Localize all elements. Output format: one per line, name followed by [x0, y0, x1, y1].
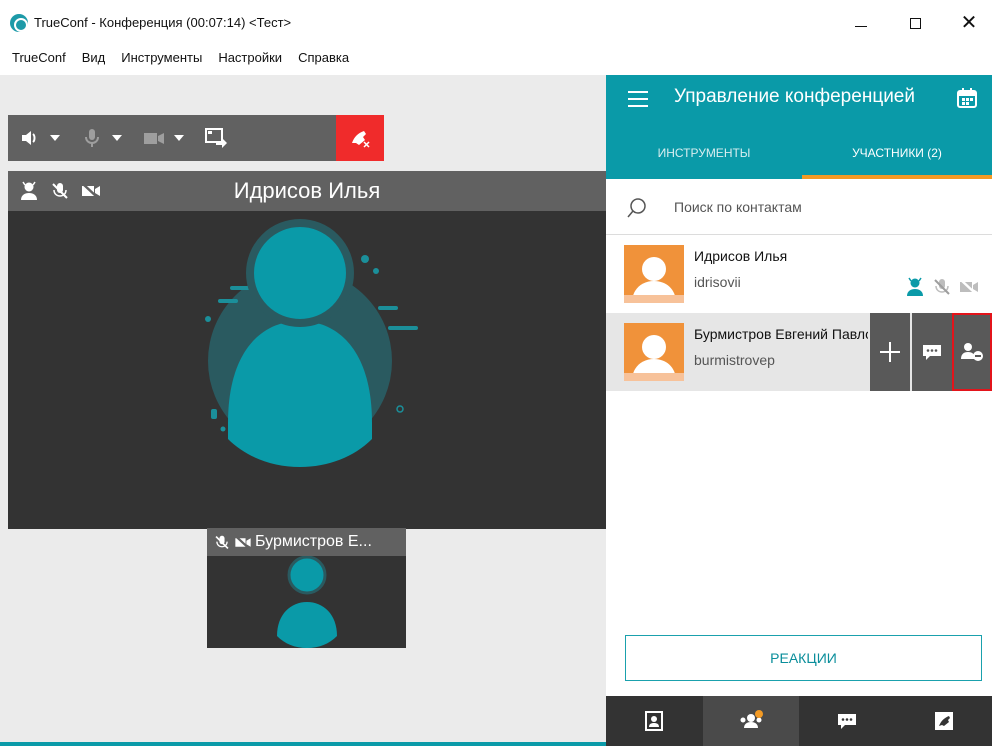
participant-login: idrisovii — [694, 274, 741, 290]
share-screen-button[interactable] — [194, 115, 238, 161]
minimize-icon — [855, 25, 867, 27]
participant-name: Идрисов Илья — [694, 248, 788, 264]
chevron-down-icon — [50, 135, 60, 141]
participant-actions — [868, 313, 992, 391]
trueconf-logo-icon — [10, 14, 28, 32]
maximize-button[interactable] — [892, 6, 938, 40]
participant-name: Бурмистров Евгений Павлович — [694, 326, 868, 342]
hangup-icon — [348, 126, 372, 150]
menu-settings[interactable]: Настройки — [210, 48, 290, 70]
plus-icon — [880, 342, 900, 362]
window-title: TrueConf - Конференция (00:07:14) <Тест> — [34, 15, 292, 30]
participant-login: burmistrovep — [694, 352, 775, 368]
camera-control[interactable] — [132, 115, 194, 161]
call-toolbar — [8, 115, 384, 161]
video-area: Идрисов Илья Бурмистров Е... — [0, 75, 606, 746]
panel-title: Управление конференцией — [674, 86, 915, 107]
thumbnail-video-tile[interactable]: Бурмистров Е... — [207, 528, 406, 648]
hamburger-menu-icon[interactable] — [628, 91, 648, 107]
nav-address-book[interactable] — [606, 696, 703, 746]
main-video-tile[interactable]: Идрисов Илья — [8, 171, 606, 529]
send-message-button[interactable] — [910, 313, 952, 391]
minimize-button[interactable] — [838, 6, 884, 40]
participant-status-icons — [904, 277, 980, 302]
add-to-podium-button[interactable] — [868, 313, 910, 391]
user-placeholder-icon — [277, 556, 337, 648]
chevron-down-icon — [174, 135, 184, 141]
bottom-nav — [606, 696, 992, 746]
search-input[interactable] — [674, 195, 974, 219]
camera-icon — [142, 126, 166, 150]
share-screen-icon — [204, 126, 228, 150]
avatar — [624, 323, 684, 381]
call-icon — [934, 712, 953, 730]
speaker-icon — [18, 126, 42, 150]
close-button[interactable]: ✕ — [946, 6, 992, 40]
avatar — [624, 245, 684, 303]
tab-tools[interactable]: ИНСТРУМЕНТЫ — [606, 133, 802, 179]
participants-icon — [740, 710, 763, 728]
main-video-participant-name: Идрисов Илья — [233, 178, 381, 203]
conference-panel: Управление конференцией ИНСТРУМЕНТЫ УЧАС… — [606, 75, 992, 746]
calendar-icon[interactable] — [956, 87, 978, 109]
hangup-button[interactable] — [336, 115, 384, 161]
nav-call[interactable] — [896, 696, 992, 746]
menu-bar: TrueConf Вид Инструменты Настройки Справ… — [0, 48, 357, 70]
close-icon: ✕ — [960, 12, 978, 34]
participant-row[interactable]: Бурмистров Евгений Павлович burmistrovep — [606, 313, 992, 391]
camera-off-icon — [233, 534, 253, 556]
maximize-icon — [909, 17, 921, 29]
nav-chat[interactable] — [799, 696, 896, 746]
mic-off-icon — [932, 277, 952, 302]
microphone-control[interactable] — [70, 115, 132, 161]
reactions-button[interactable]: РЕАКЦИИ — [625, 635, 982, 681]
remove-participant-button[interactable] — [952, 313, 992, 391]
chat-icon — [838, 714, 857, 729]
search-icon — [626, 197, 648, 219]
owner-icon — [904, 277, 926, 302]
main-video-header: Идрисов Илья — [8, 171, 606, 211]
menu-tools[interactable]: Инструменты — [113, 48, 210, 70]
status-line — [0, 742, 606, 746]
search-bar — [606, 179, 992, 235]
participant-row[interactable]: Идрисов Илья idrisovii — [606, 235, 992, 313]
menu-trueconf[interactable]: TrueConf — [0, 48, 74, 70]
speaker-control[interactable] — [8, 115, 70, 161]
thumbnail-status-icons — [213, 534, 253, 556]
address-book-icon — [645, 711, 664, 731]
thumbnail-header: Бурмистров Е... — [207, 528, 406, 556]
thumbnail-participant-name: Бурмистров Е... — [255, 533, 372, 550]
user-placeholder-icon — [205, 219, 418, 467]
menu-view[interactable]: Вид — [74, 48, 114, 70]
tab-participants[interactable]: УЧАСТНИКИ (2) — [802, 133, 992, 179]
title-bar: TrueConf - Конференция (00:07:14) <Тест>… — [0, 0, 992, 46]
camera-off-icon — [958, 277, 980, 302]
remove-user-icon — [961, 343, 983, 361]
nav-participants[interactable] — [702, 696, 799, 746]
chevron-down-icon — [112, 135, 122, 141]
microphone-icon — [80, 126, 104, 150]
panel-header: Управление конференцией ИНСТРУМЕНТЫ УЧАС… — [606, 75, 992, 179]
chat-icon — [923, 345, 941, 360]
menu-help[interactable]: Справка — [290, 48, 357, 70]
mic-off-icon — [213, 534, 231, 556]
